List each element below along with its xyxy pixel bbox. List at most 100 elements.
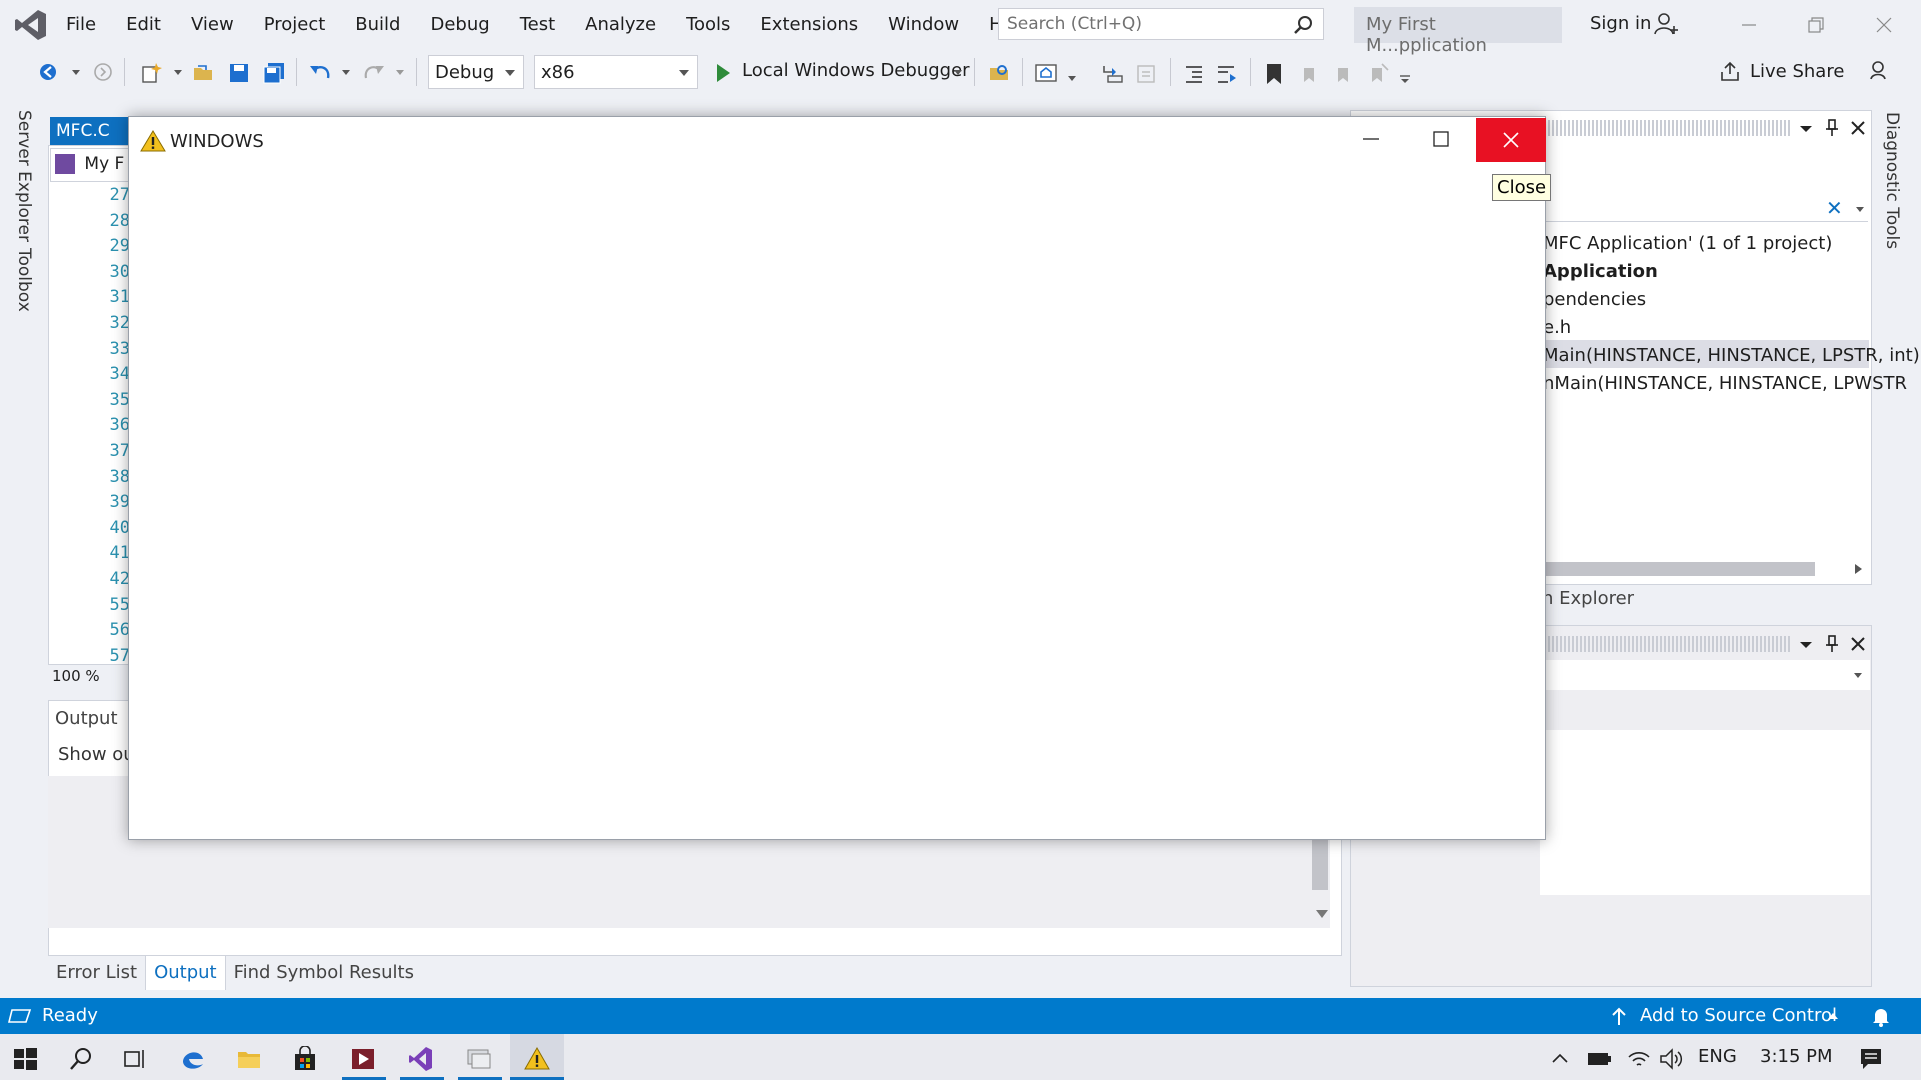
menu-edit[interactable]: Edit	[126, 14, 161, 35]
menu-tools[interactable]: Tools	[686, 14, 730, 35]
redo-icon[interactable]	[362, 62, 386, 84]
tree-item-wwinmain[interactable]: nMain(HINSTANCE, HINSTANCE, LPWSTR	[1543, 373, 1907, 394]
scroll-right-icon[interactable]	[1852, 562, 1864, 576]
close-panel-icon[interactable]	[1848, 634, 1868, 654]
dialog-minimize-icon[interactable]	[1360, 128, 1382, 150]
network-wifi-icon[interactable]	[1626, 1046, 1652, 1072]
dialog-maximize-icon[interactable]	[1430, 128, 1452, 150]
warning-app-icon[interactable]	[524, 1046, 550, 1072]
close-window-icon[interactable]	[1871, 12, 1897, 38]
new-project-icon[interactable]	[140, 62, 164, 84]
notifications-bell-icon[interactable]	[1870, 1005, 1892, 1027]
menu-analyze[interactable]: Analyze	[585, 14, 656, 35]
pin-icon[interactable]	[1822, 118, 1842, 138]
indent-icon[interactable]	[1182, 62, 1208, 86]
bookmark-icon[interactable]	[1264, 62, 1284, 86]
task-view-icon[interactable]	[122, 1046, 148, 1072]
open-folder-icon[interactable]	[192, 62, 216, 84]
add-to-source-control-button[interactable]: Add to Source Control	[1640, 1005, 1837, 1026]
menu-window[interactable]: Window	[888, 14, 959, 35]
menu-project[interactable]: Project	[264, 14, 326, 35]
restore-window-icon[interactable]	[1803, 12, 1829, 38]
menu-view[interactable]: View	[191, 14, 234, 35]
search-icon[interactable]	[68, 1046, 94, 1072]
windows-start-icon[interactable]	[12, 1046, 38, 1072]
solution-platform-dropdown[interactable]: x86	[534, 55, 698, 89]
microsoft-store-icon[interactable]	[292, 1046, 318, 1072]
menu-extensions[interactable]: Extensions	[760, 14, 858, 35]
menu-test[interactable]: Test	[520, 14, 555, 35]
start-debugging-button[interactable]: Local Windows Debugger	[742, 60, 970, 81]
tree-item-solution[interactable]: MFC Application' (1 of 1 project)	[1543, 233, 1832, 254]
toolbar-options-icon[interactable]	[1398, 72, 1412, 86]
scroll-down-icon[interactable]	[1316, 910, 1328, 918]
minimize-window-icon[interactable]	[1736, 12, 1762, 38]
toolbox-tab[interactable]: Toolbox	[14, 248, 34, 312]
outdent-icon[interactable]	[1214, 62, 1240, 86]
application-insights-icon[interactable]	[1034, 62, 1060, 86]
tree-item-header-file[interactable]: e.h	[1543, 317, 1571, 338]
zoom-level-dropdown[interactable]: 100 %	[48, 665, 138, 689]
live-share-button[interactable]: Live Share	[1750, 61, 1844, 82]
editor-navigation-bar[interactable]: My F	[50, 148, 140, 182]
windows-dialog[interactable]	[128, 116, 1546, 840]
search-input[interactable]: Search (Ctrl+Q)	[998, 8, 1324, 40]
menu-build[interactable]: Build	[355, 14, 400, 35]
action-center-icon[interactable]	[1858, 1046, 1884, 1072]
horizontal-scrollbar-thumb[interactable]	[1545, 562, 1815, 576]
sign-in-link[interactable]: Sign in	[1590, 13, 1651, 34]
tree-item-project[interactable]: Application	[1543, 261, 1658, 282]
chevron-up-icon[interactable]	[1826, 1010, 1840, 1022]
insights-dropdown-icon[interactable]	[1066, 62, 1078, 84]
clear-search-icon[interactable]: ✕	[1826, 196, 1843, 220]
find-in-files-icon[interactable]	[988, 62, 1012, 84]
play-icon[interactable]	[714, 62, 732, 84]
previous-bookmark-icon[interactable]	[1298, 62, 1322, 86]
step-out-icon[interactable]	[1134, 62, 1160, 86]
tab-output[interactable]: Output	[145, 956, 226, 990]
volume-icon[interactable]	[1658, 1046, 1684, 1072]
tab-solution-explorer[interactable]: n Explorer	[1542, 588, 1634, 609]
media-player-icon[interactable]	[350, 1046, 376, 1072]
pin-icon[interactable]	[1822, 634, 1842, 654]
visual-studio-taskbar-icon[interactable]	[408, 1046, 434, 1072]
next-bookmark-icon[interactable]	[1332, 62, 1356, 86]
new-project-dropdown-icon[interactable]	[172, 62, 184, 82]
add-user-icon[interactable]	[1654, 12, 1680, 36]
battery-icon[interactable]	[1586, 1046, 1612, 1072]
search-options-dropdown-icon[interactable]	[1854, 204, 1866, 214]
close-panel-icon[interactable]	[1848, 118, 1868, 138]
clear-bookmarks-icon[interactable]	[1366, 62, 1390, 86]
tab-find-symbol-results[interactable]: Find Symbol Results	[226, 956, 422, 990]
panel-options-icon[interactable]	[1796, 118, 1816, 138]
file-explorer-icon[interactable]	[236, 1046, 262, 1072]
feedback-icon[interactable]	[1866, 58, 1890, 82]
taskbar-clock[interactable]: 3:15 PM	[1760, 1046, 1833, 1067]
undo-dropdown-icon[interactable]	[340, 62, 352, 82]
save-all-icon[interactable]	[262, 62, 286, 84]
remote-desktop-icon[interactable]	[466, 1046, 492, 1072]
navigate-back-icon[interactable]	[38, 62, 62, 82]
back-dropdown-icon[interactable]	[70, 62, 82, 82]
navigate-forward-icon[interactable]	[92, 62, 114, 82]
share-icon[interactable]	[1718, 60, 1742, 84]
step-into-icon[interactable]	[1100, 62, 1126, 86]
chevron-down-icon[interactable]	[1852, 670, 1864, 680]
input-language-indicator[interactable]: ENG	[1698, 1046, 1737, 1067]
debugger-dropdown-icon[interactable]	[952, 62, 964, 82]
dialog-close-button[interactable]	[1476, 118, 1546, 162]
undo-icon[interactable]	[308, 62, 332, 84]
redo-dropdown-icon[interactable]	[394, 62, 406, 82]
menu-file[interactable]: File	[66, 14, 96, 35]
diagnostic-tools-tab[interactable]: Diagnostic Tools	[1882, 112, 1902, 249]
edge-browser-icon[interactable]	[180, 1046, 206, 1072]
tab-error-list[interactable]: Error List	[48, 956, 145, 990]
tree-item-winmain[interactable]: Main(HINSTANCE, HINSTANCE, LPSTR, int)	[1543, 345, 1920, 366]
show-hidden-icons-icon[interactable]	[1550, 1046, 1570, 1072]
tree-item-dependencies[interactable]: pendencies	[1543, 289, 1646, 310]
menu-debug[interactable]: Debug	[430, 14, 489, 35]
save-icon[interactable]	[228, 62, 250, 84]
server-explorer-tab[interactable]: Server Explorer	[14, 110, 34, 242]
properties-object-dropdown[interactable]	[1540, 660, 1870, 690]
panel-options-icon[interactable]	[1796, 634, 1816, 654]
